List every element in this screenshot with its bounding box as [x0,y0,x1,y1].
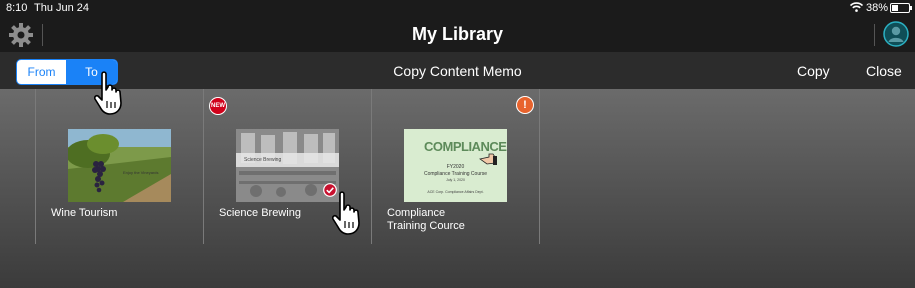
wifi-icon [850,2,863,12]
warning-badge: ! [516,96,534,114]
user-icon[interactable] [883,21,909,47]
library-item[interactable]: ! COMPLIANCE FY2020 Compliance Training … [371,89,540,244]
item-title: Wine Tourism [51,207,118,219]
copy-button[interactable]: Copy [797,63,830,79]
thumbnail-wine-tourism: Enjoy the Vineyards [68,129,171,202]
thumbnail-caption: Enjoy the Vineyards [123,170,159,175]
navigation-bar: My Library [0,16,915,52]
status-date: Thu Jun 24 [34,2,90,14]
page-title: My Library [411,24,504,44]
battery-percent: 38% [866,2,889,14]
thumbnail-line: Compliance Training Course [423,171,488,177]
item-title: Compliance Training Cource [387,207,465,233]
status-bar: 8:10 Thu Jun 24 38% [0,0,915,16]
thumbnail-compliance: COMPLIANCE FY2020 Compliance Training Co… [404,129,507,202]
tap-hand-icon [94,71,122,115]
thumbnail-footer: ACE Corp. Compliance Affairs Dept. [427,190,484,194]
item-title-line2: Training Cource [387,220,465,232]
pointing-hand-icon [479,153,497,165]
thumbnail-caption: Science Brewing [244,157,282,163]
status-time: 8:10 [6,2,28,14]
item-title: Science Brewing [219,207,301,219]
tap-hand-icon [332,191,360,235]
nav-divider-right [874,24,875,46]
thumbnail-line: July 1, 2020 [446,178,465,182]
grid-divider [539,89,540,244]
new-badge: NEW [209,97,227,115]
close-button[interactable]: Close [866,63,902,79]
item-title-line1: Compliance [387,207,446,219]
battery-icon [890,3,912,13]
library-grid: Enjoy the Vineyards Wine Tourism NEW Sci… [0,89,915,288]
